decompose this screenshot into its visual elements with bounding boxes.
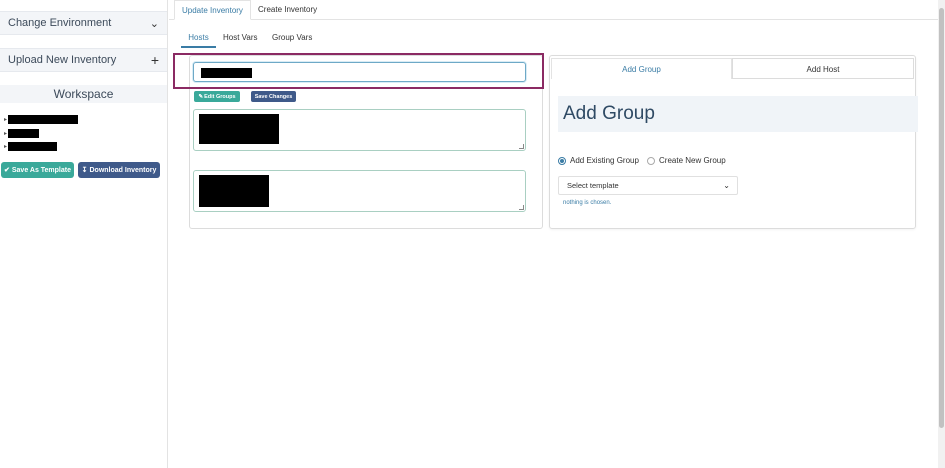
vars-textarea[interactable] xyxy=(193,170,526,212)
radio-add-existing-label: Add Existing Group xyxy=(570,156,639,165)
workspace-item[interactable]: ▸ xyxy=(4,128,39,139)
chevron-down-icon: ⌄ xyxy=(149,17,159,30)
chevron-down-icon: ⌄ xyxy=(723,181,730,190)
edit-groups-label: Edit Groups xyxy=(204,93,236,100)
selection-hint: nothing is chosen. xyxy=(563,200,612,206)
check-circle-icon: ✔ xyxy=(3,167,10,174)
radio-selected-icon xyxy=(558,156,566,165)
resize-handle[interactable] xyxy=(519,205,524,210)
tab-create-inventory[interactable]: Create Inventory xyxy=(251,0,324,20)
template-select-value: Select template xyxy=(567,181,619,190)
redacted-text xyxy=(8,142,57,151)
redacted-text xyxy=(201,68,252,78)
add-group-heading: Add Group xyxy=(558,96,918,132)
tab-add-group[interactable]: Add Group xyxy=(551,58,732,79)
save-changes-button[interactable]: Save Changes xyxy=(251,91,296,102)
tab-update-inventory[interactable]: Update Inventory xyxy=(174,0,251,20)
tab-add-host[interactable]: Add Host xyxy=(732,58,914,79)
upload-new-inventory-label: Upload New Inventory xyxy=(8,54,117,66)
download-inventory-label: Download Inventory xyxy=(89,166,157,174)
sidebar: Change Environment ⌄ Upload New Inventor… xyxy=(0,0,168,468)
groups-textarea[interactable] xyxy=(193,109,526,151)
upload-new-inventory-toggle[interactable]: Upload New Inventory + xyxy=(0,48,167,72)
radio-create-new-group[interactable]: Create New Group xyxy=(647,156,726,165)
workspace-item[interactable]: ▸ xyxy=(4,141,57,152)
workspace-item[interactable]: ▸ xyxy=(4,114,78,125)
radio-add-existing-group[interactable]: Add Existing Group xyxy=(558,156,639,165)
page-scrollbar-thumb[interactable] xyxy=(939,8,944,428)
edit-icon: ✎ xyxy=(198,93,204,100)
subtab-hosts[interactable]: Hosts xyxy=(181,29,216,48)
workspace-title: Workspace xyxy=(0,85,167,103)
edit-groups-button[interactable]: ✎ Edit Groups xyxy=(194,91,240,102)
radio-unselected-icon xyxy=(647,156,655,165)
save-as-template-button[interactable]: ✔ Save As Template xyxy=(1,162,74,178)
subtab-group-vars[interactable]: Group Vars xyxy=(272,29,312,48)
change-environment-label: Change Environment xyxy=(8,17,112,29)
download-inventory-button[interactable]: ↧ Download Inventory xyxy=(78,162,160,178)
template-select[interactable]: Select template ⌄ xyxy=(558,176,738,195)
redacted-text xyxy=(8,129,39,138)
plus-icon: + xyxy=(150,52,159,68)
resize-handle[interactable] xyxy=(519,144,524,149)
redacted-text xyxy=(199,175,269,207)
save-as-template-label: Save As Template xyxy=(11,166,71,174)
radio-create-new-label: Create New Group xyxy=(659,156,726,165)
subtab-host-vars[interactable]: Host Vars xyxy=(223,29,258,48)
download-icon: ↧ xyxy=(81,167,88,174)
redacted-text xyxy=(8,115,78,124)
change-environment-toggle[interactable]: Change Environment ⌄ xyxy=(0,11,167,35)
host-name-input[interactable] xyxy=(193,62,526,82)
redacted-text xyxy=(199,114,279,144)
